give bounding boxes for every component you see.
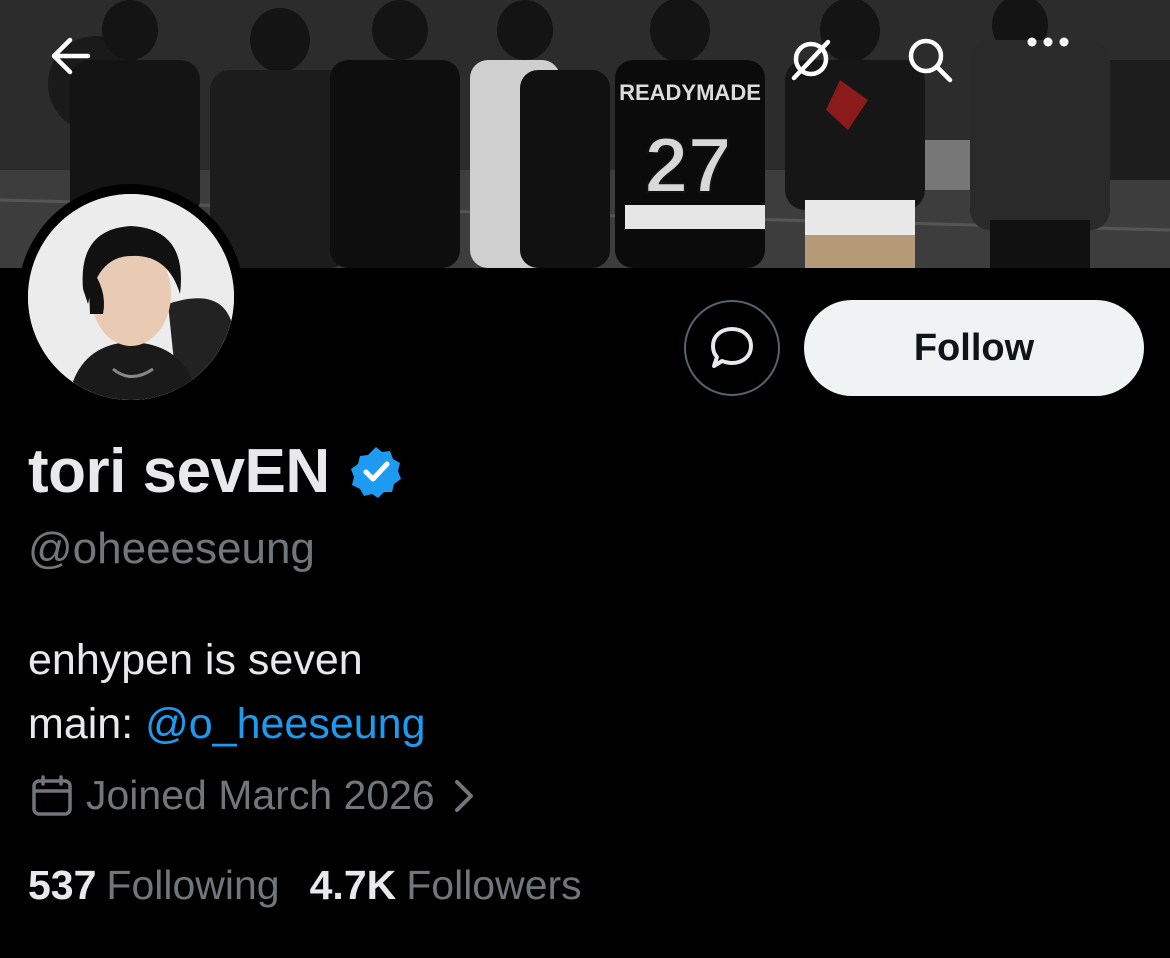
- following-stat[interactable]: 537 Following: [28, 862, 280, 909]
- followers-count: 4.7K: [309, 862, 397, 908]
- search-icon: [908, 38, 953, 83]
- followers-label: Followers: [406, 862, 582, 908]
- followers-stat[interactable]: 4.7K Followers: [310, 862, 582, 909]
- grok-button[interactable]: [788, 36, 884, 132]
- message-bubble-icon: [711, 327, 753, 368]
- more-button[interactable]: [1026, 36, 1122, 132]
- name-row: tori sevEN: [28, 436, 404, 507]
- following-label: Following: [106, 862, 280, 908]
- bio-main-line: main: @o_heeseung: [28, 692, 426, 756]
- profile-avatar[interactable]: [18, 184, 244, 410]
- bio-main-prefix: main:: [28, 700, 146, 748]
- verified-badge-icon[interactable]: [348, 444, 404, 500]
- calendar-icon: [32, 774, 72, 816]
- profile-page: READYMADE 27 Follow tori sevEN @oheeeseu…: [0, 0, 1170, 958]
- jersey-text: READYMADE: [619, 80, 761, 105]
- profile-bio: enhypen is seven main: @o_heeseung: [28, 628, 426, 756]
- bio-mention-link[interactable]: @o_heeseung: [145, 700, 425, 748]
- following-count: 537: [28, 862, 97, 908]
- back-button[interactable]: [48, 36, 144, 132]
- search-button[interactable]: [906, 36, 1002, 132]
- follow-stats: 537 Following 4.7K Followers: [28, 862, 582, 909]
- grok-icon: [791, 39, 831, 81]
- avatar-image: [28, 194, 234, 400]
- joined-date[interactable]: Joined March 2026: [30, 772, 477, 819]
- arrow-left-icon: [51, 37, 91, 75]
- more-horizontal-icon: [1027, 37, 1069, 47]
- message-button[interactable]: [684, 300, 780, 396]
- user-handle: @oheeeseung: [28, 524, 315, 573]
- chevron-right-icon: [454, 779, 473, 812]
- follow-button[interactable]: Follow: [804, 300, 1144, 396]
- joined-label: Joined March 2026: [86, 772, 435, 818]
- bio-line: enhypen is seven: [28, 636, 363, 684]
- jersey-number: 27: [645, 121, 732, 209]
- display-name: tori sevEN: [28, 437, 330, 506]
